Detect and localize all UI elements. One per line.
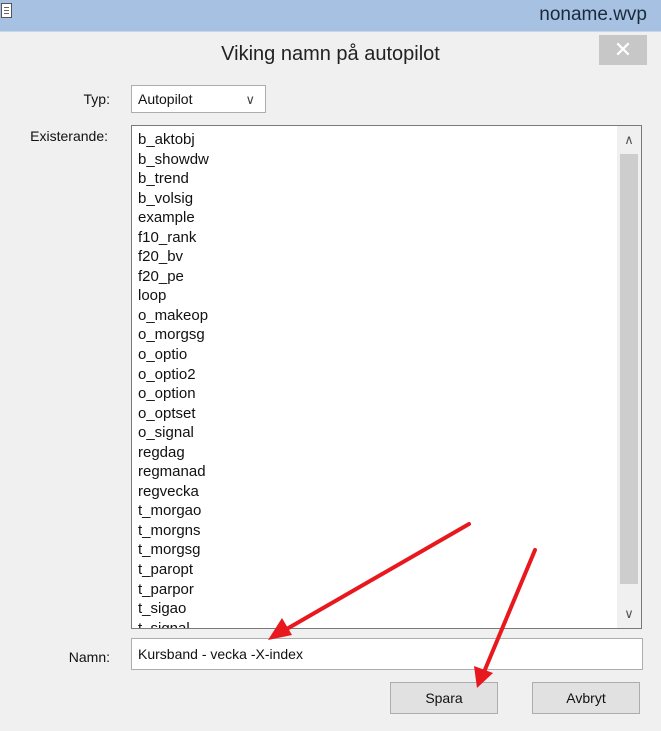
chevron-down-icon: ∨ bbox=[245, 92, 255, 107]
type-dropdown[interactable]: Autopilot ∨ bbox=[131, 85, 266, 113]
list-item[interactable]: t_parpor bbox=[138, 580, 209, 600]
list-item[interactable]: loop bbox=[138, 286, 209, 306]
list-item[interactable]: regvecka bbox=[138, 482, 209, 502]
app-title-bar: noname.wvp bbox=[0, 0, 661, 31]
name-input[interactable] bbox=[131, 638, 643, 670]
list-item[interactable]: f20_bv bbox=[138, 247, 209, 267]
list-item[interactable]: o_optio2 bbox=[138, 365, 209, 385]
save-button[interactable]: Spara bbox=[390, 682, 498, 714]
name-label: Namn: bbox=[68, 649, 110, 665]
close-button[interactable]: ✕ bbox=[599, 35, 647, 65]
existing-label: Existerande: bbox=[30, 128, 108, 144]
close-icon: ✕ bbox=[613, 37, 633, 62]
existing-list: b_aktobj b_showdw b_trend b_volsig example f1… bbox=[138, 130, 209, 628]
list-item[interactable]: b_showdw bbox=[138, 150, 209, 170]
list-item[interactable]: t_morgns bbox=[138, 521, 209, 541]
cancel-button[interactable]: Avbryt bbox=[532, 682, 640, 714]
dialog-title: Viking namn på autopilot bbox=[221, 43, 440, 65]
list-item[interactable]: t_morgao bbox=[138, 501, 209, 521]
list-item[interactable]: f20_pe bbox=[138, 267, 209, 287]
existing-listbox[interactable]: b_aktobj b_showdw b_trend b_volsig example f1… bbox=[131, 125, 642, 629]
list-item[interactable]: b_aktobj bbox=[138, 130, 209, 150]
list-item[interactable]: regmanad bbox=[138, 462, 209, 482]
type-label: Typ: bbox=[83, 91, 110, 107]
list-item[interactable]: o_optio bbox=[138, 345, 209, 365]
list-item[interactable]: t_paropt bbox=[138, 560, 209, 580]
list-item[interactable]: b_trend bbox=[138, 169, 209, 189]
scroll-up-icon[interactable]: ∧ bbox=[617, 129, 641, 151]
list-item[interactable]: f10_rank bbox=[138, 228, 209, 248]
list-item[interactable]: o_option bbox=[138, 384, 209, 404]
scroll-thumb[interactable] bbox=[620, 154, 638, 584]
list-scrollbar[interactable]: ∧ ∨ bbox=[617, 126, 641, 628]
type-dropdown-value: Autopilot bbox=[138, 91, 193, 107]
document-icon bbox=[1, 3, 12, 18]
list-item[interactable]: o_signal bbox=[138, 423, 209, 443]
list-item[interactable]: o_optset bbox=[138, 404, 209, 424]
list-item[interactable]: o_makeop bbox=[138, 306, 209, 326]
list-item[interactable]: t_morgsg bbox=[138, 540, 209, 560]
list-item[interactable]: b_volsig bbox=[138, 189, 209, 209]
list-item[interactable]: t_signal bbox=[138, 619, 209, 628]
list-item[interactable]: regdag bbox=[138, 443, 209, 463]
list-item[interactable]: t_sigao bbox=[138, 599, 209, 619]
list-item[interactable]: o_morgsg bbox=[138, 325, 209, 345]
app-title: noname.wvp bbox=[539, 4, 647, 25]
name-dialog: Viking namn på autopilot ✕ Typ: Autopilo… bbox=[0, 31, 661, 731]
list-item[interactable]: example bbox=[138, 208, 209, 228]
scroll-down-icon[interactable]: ∨ bbox=[617, 603, 641, 625]
